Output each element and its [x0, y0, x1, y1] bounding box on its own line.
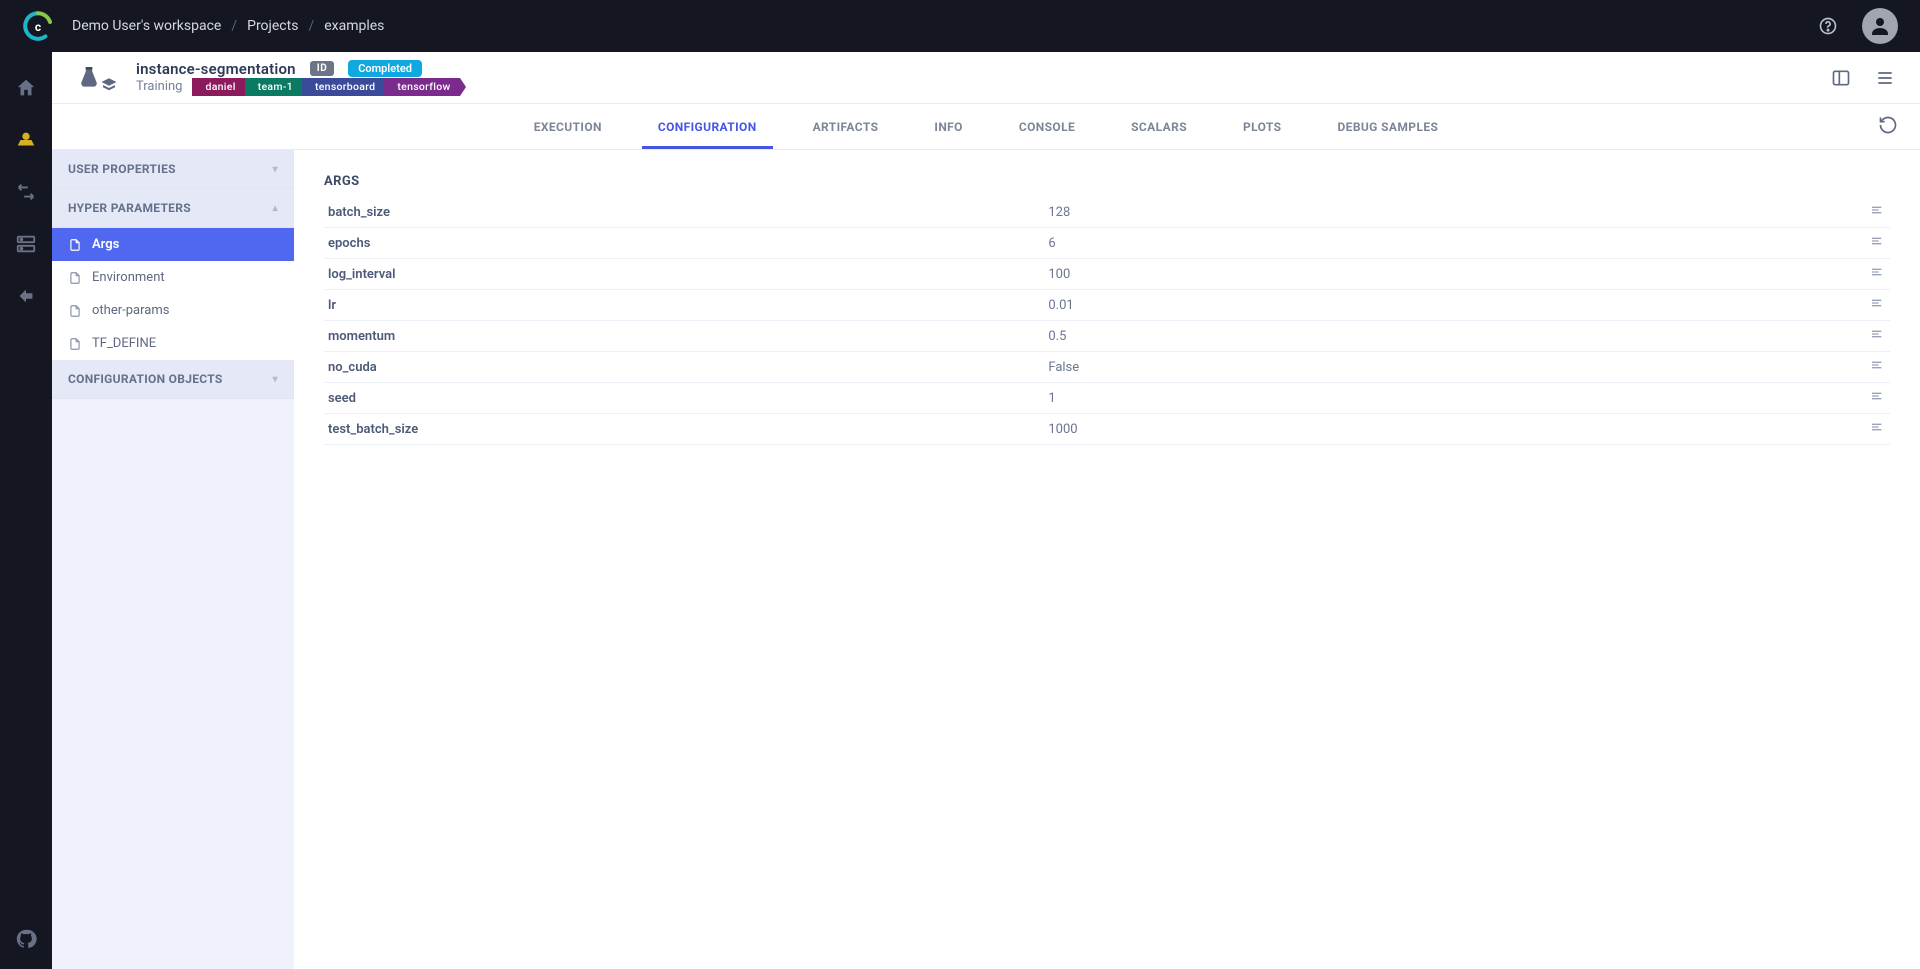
sidebar-section-config-objects[interactable]: CONFIGURATION OBJECTS ▾ — [52, 360, 294, 399]
param-name: batch_size — [324, 197, 1044, 228]
param-name: seed — [324, 383, 1044, 414]
nav-deploy[interactable] — [8, 274, 44, 318]
chevron-down-icon: ▾ — [273, 374, 278, 385]
user-avatar[interactable] — [1862, 8, 1898, 44]
tab-execution[interactable]: EXECUTION — [530, 106, 606, 148]
sidebar-item-args[interactable]: Args — [52, 228, 294, 261]
help-button[interactable] — [1812, 10, 1844, 42]
breadcrumb-projects[interactable]: Projects — [247, 18, 298, 34]
status-badge: Completed — [348, 60, 422, 77]
file-icon — [68, 304, 82, 318]
project-header: instance-segmentation ID Completed Train… — [52, 52, 1920, 104]
param-value: False — [1044, 352, 1764, 383]
param-action-icon[interactable] — [1765, 352, 1890, 383]
main: instance-segmentation ID Completed Train… — [52, 52, 1920, 969]
tag-daniel[interactable]: daniel — [192, 78, 244, 96]
sidebar-section-user-properties[interactable]: USER PROPERTIES ▾ — [52, 150, 294, 189]
param-row[interactable]: lr0.01 — [324, 290, 1890, 321]
project-name: instance-segmentation — [136, 60, 296, 78]
file-icon — [68, 238, 82, 252]
param-row[interactable]: no_cudaFalse — [324, 352, 1890, 383]
tag-tensorflow[interactable]: tensorflow — [384, 78, 459, 96]
config-sidebar: USER PROPERTIES ▾ HYPER PARAMETERS ▴ Arg… — [52, 150, 294, 969]
param-action-icon[interactable] — [1765, 290, 1890, 321]
detail-panel: ARGS batch_size128epochs6log_interval100… — [294, 150, 1920, 969]
tab-configuration[interactable]: CONFIGURATION — [654, 106, 761, 148]
sidebar-item-label: TF_DEFINE — [92, 336, 156, 351]
param-row[interactable]: batch_size128 — [324, 197, 1890, 228]
sidebar-section-label: HYPER PARAMETERS — [68, 201, 191, 215]
param-name: epochs — [324, 228, 1044, 259]
topbar: c Demo User's workspace / Projects / exa… — [0, 0, 1920, 52]
param-name: test_batch_size — [324, 414, 1044, 445]
param-action-icon[interactable] — [1765, 259, 1890, 290]
sidebar-section-label: CONFIGURATION OBJECTS — [68, 372, 223, 386]
breadcrumbs: Demo User's workspace / Projects / examp… — [72, 18, 384, 34]
detail-heading: ARGS — [324, 174, 1890, 189]
param-value: 1000 — [1044, 414, 1764, 445]
tag-row: daniel team-1 tensorboard tensorflow — [192, 78, 459, 96]
param-action-icon[interactable] — [1765, 321, 1890, 352]
breadcrumb-workspace[interactable]: Demo User's workspace — [72, 18, 221, 34]
param-action-icon[interactable] — [1765, 414, 1890, 445]
sidebar-section-hyper-parameters[interactable]: HYPER PARAMETERS ▴ — [52, 189, 294, 228]
param-value: 1 — [1044, 383, 1764, 414]
param-name: lr — [324, 290, 1044, 321]
sidebar-item-label: other-params — [92, 303, 169, 318]
breadcrumb-sep: / — [308, 18, 314, 34]
file-icon — [68, 337, 82, 351]
sidebar-item-other-params[interactable]: other-params — [52, 294, 294, 327]
param-action-icon[interactable] — [1765, 197, 1890, 228]
svg-text:c: c — [35, 20, 41, 34]
param-value: 0.5 — [1044, 321, 1764, 352]
nav-experiments[interactable] — [8, 118, 44, 162]
breadcrumb-sep: / — [231, 18, 237, 34]
tab-debug-samples[interactable]: DEBUG SAMPLES — [1333, 106, 1442, 148]
file-icon — [68, 271, 82, 285]
panel-layout-button[interactable] — [1830, 67, 1852, 89]
tab-console[interactable]: CONSOLE — [1015, 106, 1079, 148]
param-action-icon[interactable] — [1765, 383, 1890, 414]
tag-tensorboard[interactable]: tensorboard — [302, 78, 384, 96]
id-badge[interactable]: ID — [310, 61, 334, 76]
param-value: 128 — [1044, 197, 1764, 228]
param-row[interactable]: epochs6 — [324, 228, 1890, 259]
chevron-down-icon: ▾ — [273, 164, 278, 175]
app-logo[interactable]: c — [22, 10, 54, 42]
nav-github[interactable] — [8, 917, 44, 961]
breadcrumb-project[interactable]: examples — [324, 18, 384, 34]
param-name: no_cuda — [324, 352, 1044, 383]
param-value: 6 — [1044, 228, 1764, 259]
param-row[interactable]: seed1 — [324, 383, 1890, 414]
param-value: 100 — [1044, 259, 1764, 290]
sidebar-item-environment[interactable]: Environment — [52, 261, 294, 294]
param-row[interactable]: momentum0.5 — [324, 321, 1890, 352]
sidebar-item-label: Args — [92, 237, 119, 252]
nav-rail — [0, 52, 52, 969]
param-row[interactable]: log_interval100 — [324, 259, 1890, 290]
tab-info[interactable]: INFO — [930, 106, 966, 148]
menu-button[interactable] — [1874, 67, 1896, 89]
tab-plots[interactable]: PLOTS — [1239, 106, 1285, 148]
project-subtitle: Training — [136, 79, 182, 94]
nav-servers[interactable] — [8, 222, 44, 266]
tab-artifacts[interactable]: ARTIFACTS — [809, 106, 883, 148]
param-name: momentum — [324, 321, 1044, 352]
nav-home[interactable] — [8, 66, 44, 110]
tabs-row: EXECUTION CONFIGURATION ARTIFACTS INFO C… — [52, 104, 1920, 150]
sidebar-section-label: USER PROPERTIES — [68, 162, 176, 176]
nav-compare[interactable] — [8, 170, 44, 214]
tab-scalars[interactable]: SCALARS — [1127, 106, 1191, 148]
param-row[interactable]: test_batch_size1000 — [324, 414, 1890, 445]
chevron-up-icon: ▴ — [273, 203, 278, 214]
tag-team1[interactable]: team-1 — [245, 78, 302, 96]
param-value: 0.01 — [1044, 290, 1764, 321]
param-name: log_interval — [324, 259, 1044, 290]
refresh-button[interactable] — [1878, 115, 1898, 139]
param-action-icon[interactable] — [1765, 228, 1890, 259]
sidebar-item-tf-define[interactable]: TF_DEFINE — [52, 327, 294, 360]
project-type-icons — [76, 62, 118, 94]
params-table: batch_size128epochs6log_interval100lr0.0… — [324, 197, 1890, 445]
sidebar-item-label: Environment — [92, 270, 165, 285]
